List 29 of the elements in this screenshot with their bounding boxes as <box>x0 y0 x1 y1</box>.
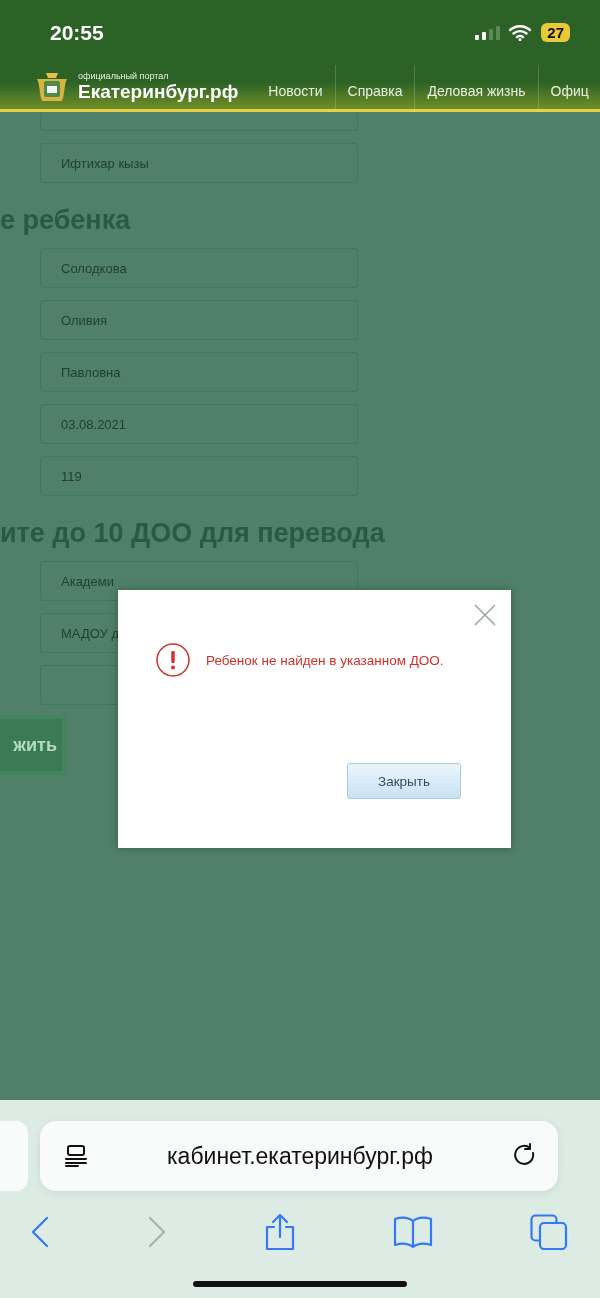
warning-icon <box>156 643 190 677</box>
nav-link[interactable]: Справка <box>334 65 415 109</box>
input-field[interactable]: Ифтихар кызы <box>40 143 358 183</box>
forward-icon[interactable] <box>147 1216 167 1248</box>
reader-icon[interactable] <box>64 1145 88 1167</box>
nav-link[interactable]: Офиц <box>537 65 600 109</box>
portal-caption: официальный портал <box>78 71 170 81</box>
tabs-icon[interactable] <box>530 1214 568 1250</box>
battery-indicator: 27 <box>541 23 570 42</box>
address-bar[interactable]: кабинет.екатеринбург.рф <box>40 1121 558 1191</box>
portal-name[interactable]: Екатеринбург.рф <box>78 81 239 103</box>
error-message: Ребенок не найден в указанном ДОО. <box>206 652 444 668</box>
nav-link[interactable]: Деловая жизнь <box>414 65 538 109</box>
status-time: 20:55 <box>50 20 105 45</box>
wifi-icon <box>509 24 532 41</box>
input-field[interactable]: Солодкова <box>40 248 358 288</box>
input-field[interactable] <box>40 112 358 131</box>
back-icon[interactable] <box>30 1216 50 1248</box>
coat-of-arms-icon <box>34 71 70 103</box>
book-icon[interactable] <box>393 1215 433 1249</box>
input-field[interactable]: 119 <box>40 456 358 496</box>
input-field[interactable]: 03.08.2021 <box>40 404 358 444</box>
signal-icon <box>475 25 502 40</box>
input-field[interactable]: Оливия <box>40 300 358 340</box>
close-icon[interactable] <box>474 604 496 626</box>
input-field[interactable]: Павловна <box>40 352 358 392</box>
close-button[interactable]: Закрыть <box>347 763 461 799</box>
share-icon[interactable] <box>264 1213 296 1251</box>
nav-link[interactable]: Новости <box>256 65 335 109</box>
